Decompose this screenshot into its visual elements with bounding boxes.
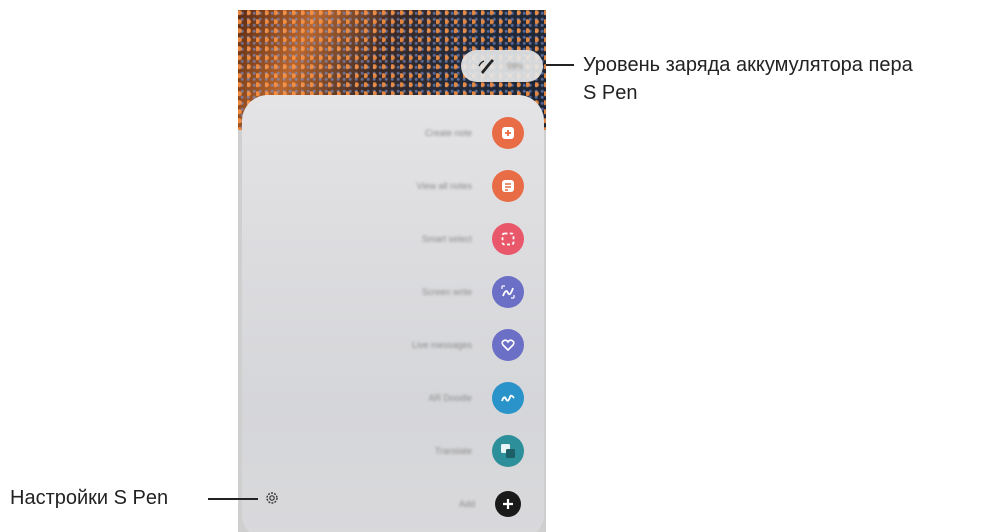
settings-callout-line [208, 498, 258, 500]
create-note-icon [492, 117, 524, 149]
translate-icon [492, 435, 524, 467]
battery-callout-line [546, 64, 574, 66]
menu-item-live-messages[interactable]: Live messages [242, 327, 544, 363]
menu-item-screen-write[interactable]: Screen write [242, 274, 544, 310]
menu-item-ar-doodle[interactable]: AR Doodle [242, 380, 544, 416]
view-all-notes-icon [492, 170, 524, 202]
menu-item-label: AR Doodle [428, 393, 472, 403]
add-icon [495, 491, 521, 517]
menu-item-label: Live messages [411, 340, 472, 350]
battery-callout-line1: Уровень заряда аккумулятора пера [583, 54, 913, 76]
menu-item-label: Smart select [421, 234, 472, 244]
ar-doodle-icon [492, 382, 524, 414]
pen-battery-indicator: 99% [461, 50, 543, 82]
menu-item-label: Translate [434, 446, 472, 456]
menu-item-add[interactable]: Add [242, 486, 544, 522]
pen-battery-icon [478, 59, 494, 74]
menu-item-label: Add [458, 499, 475, 509]
phone-screen: 99% Create note View all notes Smart sel… [238, 10, 546, 532]
menu-item-view-all-notes[interactable]: View all notes [242, 168, 544, 204]
battery-callout-line2: S Pen [583, 82, 638, 104]
air-command-panel: Create note View all notes Smart select … [242, 95, 544, 532]
settings-callout: Настройки S Pen [10, 487, 169, 509]
smart-select-icon [492, 223, 524, 255]
screen-write-icon [492, 276, 524, 308]
live-messages-icon [492, 329, 524, 361]
menu-item-translate[interactable]: Translate [242, 433, 544, 469]
menu-item-label: Create note [424, 128, 472, 138]
gear-icon[interactable] [264, 490, 280, 506]
battery-percent: 99% [507, 61, 524, 71]
menu-item-create-note[interactable]: Create note [242, 115, 544, 151]
menu-item-label: View all notes [416, 181, 472, 191]
menu-item-smart-select[interactable]: Smart select [242, 221, 544, 257]
menu-item-label: Screen write [421, 287, 472, 297]
